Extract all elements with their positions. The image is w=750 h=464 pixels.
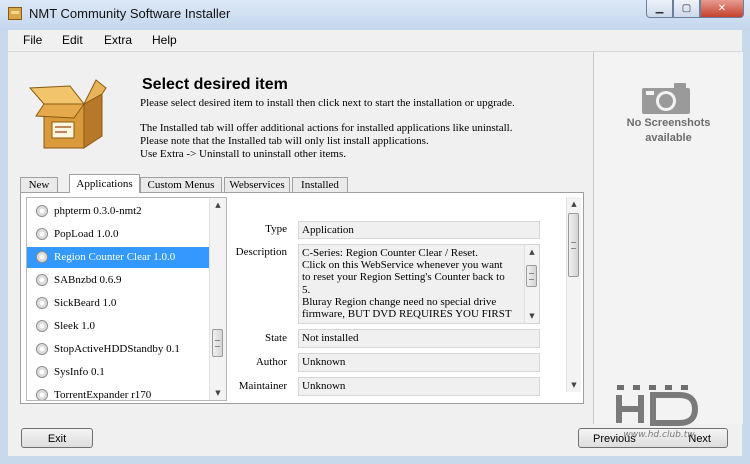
list-item[interactable]: phpterm 0.3.0-nmt2	[27, 201, 211, 222]
description-text: C-Series: Region Counter Clear / Reset. …	[302, 247, 512, 321]
radio-icon	[36, 274, 48, 286]
screenshot-panel: No Screenshots available	[593, 52, 743, 424]
item-list[interactable]: phpterm 0.3.0-nmt2 PopLoad 1.0.0 Region …	[26, 197, 227, 401]
instructions-line: Use Extra -> Uninstall to uninstall othe…	[140, 148, 347, 160]
state-label: State	[265, 332, 287, 344]
app-icon	[8, 7, 22, 20]
scroll-down-icon[interactable]: ▼	[525, 309, 539, 323]
list-item-selected[interactable]: Region Counter Clear 1.0.0	[27, 247, 211, 268]
watermark-text: www.hd.club.tw	[623, 430, 695, 439]
minimize-icon: ▁	[655, 3, 664, 14]
radio-icon	[36, 297, 48, 309]
instructions-line: The Installed tab will offer additional …	[140, 122, 513, 134]
description-box[interactable]: C-Series: Region Counter Clear / Reset. …	[298, 244, 540, 324]
instructions-line: Please select desired item to install th…	[140, 97, 515, 109]
type-label: Type	[265, 223, 287, 235]
tab-custom-menus[interactable]: Custom Menus	[140, 177, 222, 192]
radio-icon	[36, 343, 48, 355]
scroll-up-icon[interactable]: ▲	[525, 245, 539, 259]
tab-installed[interactable]: Installed	[292, 177, 348, 192]
details-scrollbar[interactable]: ▲ ▼	[566, 197, 581, 392]
list-item[interactable]: TorrentExpander r170	[27, 385, 211, 400]
package-box-icon	[28, 79, 107, 149]
tab-new[interactable]: New	[20, 177, 58, 192]
minimize-button[interactable]: ▁	[646, 0, 673, 18]
maximize-icon: ▢	[681, 3, 692, 14]
window-controls: ▁ ▢ ✕	[646, 0, 744, 20]
maintainer-value: Unknown	[298, 377, 540, 396]
maximize-button[interactable]: ▢	[673, 0, 700, 18]
close-button[interactable]: ✕	[700, 0, 744, 18]
menu-help[interactable]: Help	[152, 33, 177, 47]
state-value: Not installed	[298, 329, 540, 348]
list-item[interactable]: SysInfo 0.1	[27, 362, 211, 383]
list-item[interactable]: PopLoad 1.0.0	[27, 224, 211, 245]
author-value: Unknown	[298, 353, 540, 372]
tab-webservices[interactable]: Webservices	[224, 177, 290, 192]
menu-extra[interactable]: Extra	[104, 33, 132, 47]
radio-icon	[36, 320, 48, 332]
radio-icon	[36, 205, 48, 217]
description-scroll-thumb[interactable]	[526, 265, 537, 287]
close-icon: ✕	[717, 3, 727, 14]
title-bar: NMT Community Software Installer ▁ ▢ ✕	[0, 0, 750, 30]
radio-icon	[36, 228, 48, 240]
instructions-line: Please note that the Installed tab will …	[140, 135, 429, 147]
scroll-up-icon[interactable]: ▲	[567, 197, 581, 211]
window-title: NMT Community Software Installer	[29, 6, 231, 21]
type-value: Application	[298, 221, 540, 239]
exit-button[interactable]: Exit	[21, 428, 93, 448]
radio-icon	[36, 389, 48, 400]
scroll-down-icon[interactable]: ▼	[567, 378, 581, 392]
page-title: Select desired item	[142, 76, 288, 93]
description-scrollbar[interactable]: ▲ ▼	[524, 245, 539, 323]
hd-club-watermark-logo: www.hd.club.tw	[616, 385, 699, 439]
applications-panel: phpterm 0.3.0-nmt2 PopLoad 1.0.0 Region …	[20, 192, 584, 404]
no-screenshots-label: No Screenshots	[626, 117, 711, 129]
radio-icon	[36, 251, 48, 263]
menu-edit[interactable]: Edit	[62, 33, 83, 47]
camera-icon	[642, 83, 690, 114]
menu-file[interactable]: File	[23, 33, 42, 47]
scroll-up-icon[interactable]: ▲	[210, 198, 226, 212]
tab-applications[interactable]: Applications	[69, 174, 140, 193]
list-item[interactable]: SABnzbd 0.6.9	[27, 270, 211, 291]
list-item[interactable]: Sleek 1.0	[27, 316, 211, 337]
description-label: Description	[235, 246, 287, 258]
list-item[interactable]: StopActiveHDDStandby 0.1	[27, 339, 211, 360]
menu-bar: File Edit Extra Help	[8, 30, 742, 52]
list-item[interactable]: SickBeard 1.0	[27, 293, 211, 314]
radio-icon	[36, 366, 48, 378]
author-label: Author	[255, 356, 287, 368]
no-screenshots-sub-label: available	[645, 132, 692, 144]
maintainer-label: Maintainer	[238, 380, 287, 392]
details-scroll-thumb[interactable]	[568, 213, 579, 277]
